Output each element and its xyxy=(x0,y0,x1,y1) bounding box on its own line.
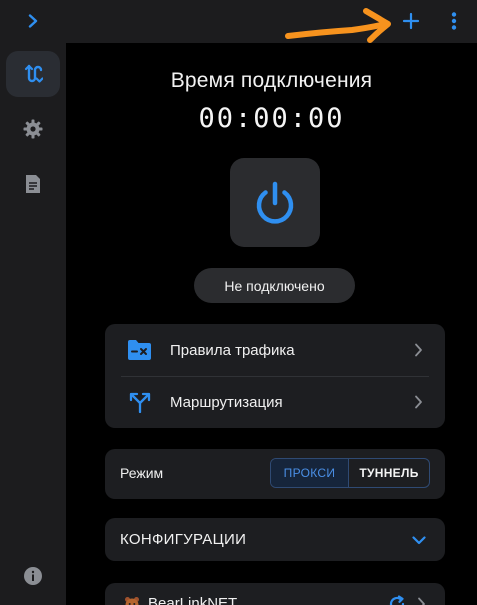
more-vertical-icon xyxy=(451,12,457,30)
more-menu-button[interactable] xyxy=(444,8,464,34)
info-icon xyxy=(24,567,42,585)
mode-card: Режим ПРОКСИ ТУННЕЛЬ xyxy=(105,449,445,499)
profile-name: BearLinkNET xyxy=(148,595,238,605)
refresh-icon[interactable] xyxy=(388,595,406,605)
top-bar xyxy=(0,0,477,43)
chevron-right-icon xyxy=(28,14,38,28)
sidebar-item-logs[interactable] xyxy=(6,161,60,207)
configs-header[interactable]: КОНФИГУРАЦИИ xyxy=(105,518,445,561)
chevron-down-icon xyxy=(411,533,427,547)
sidebar-item-settings[interactable] xyxy=(6,106,60,152)
chevron-right-icon xyxy=(411,394,425,410)
connection-status: Не подключено xyxy=(194,268,355,303)
sidebar-item-home[interactable] xyxy=(6,51,60,97)
folder-x-icon xyxy=(127,338,153,362)
mode-toggle: ПРОКСИ ТУННЕЛЬ xyxy=(270,458,430,488)
power-icon xyxy=(256,181,294,224)
main-content: Время подключения 00:00:00 Не подключено… xyxy=(66,43,477,605)
sidebar xyxy=(0,43,66,605)
route-split-icon xyxy=(127,390,153,414)
connection-time-title: Время подключения xyxy=(170,69,373,92)
document-icon xyxy=(26,175,40,193)
mode-label: Режим xyxy=(120,465,164,481)
traffic-rules-label: Правила трафика xyxy=(170,341,295,359)
traffic-rules-item[interactable]: Правила трафика xyxy=(105,324,445,376)
chevron-right-icon xyxy=(411,342,425,358)
connection-timer: 00:00:00 xyxy=(198,103,345,134)
routes-icon xyxy=(24,64,43,83)
routing-item[interactable]: Маршрутизация xyxy=(105,376,445,428)
mode-option-proxy[interactable]: ПРОКСИ xyxy=(271,459,349,487)
connect-button[interactable] xyxy=(230,158,320,247)
configs-label: КОНФИГУРАЦИИ xyxy=(120,531,247,548)
expand-sidebar-button[interactable] xyxy=(22,10,44,32)
routing-label: Маршрутизация xyxy=(170,393,283,411)
profile-item[interactable]: BearLinkNET xyxy=(105,583,445,605)
about-button[interactable] xyxy=(21,564,45,588)
settings-card: Правила трафика Маршрутизация xyxy=(105,324,445,428)
profile-icon xyxy=(124,596,140,605)
gear-icon xyxy=(23,119,43,139)
chevron-right-icon xyxy=(415,597,427,605)
plus-icon xyxy=(402,12,420,30)
add-config-button[interactable] xyxy=(398,8,424,34)
mode-option-tunnel[interactable]: ТУННЕЛЬ xyxy=(349,459,429,487)
